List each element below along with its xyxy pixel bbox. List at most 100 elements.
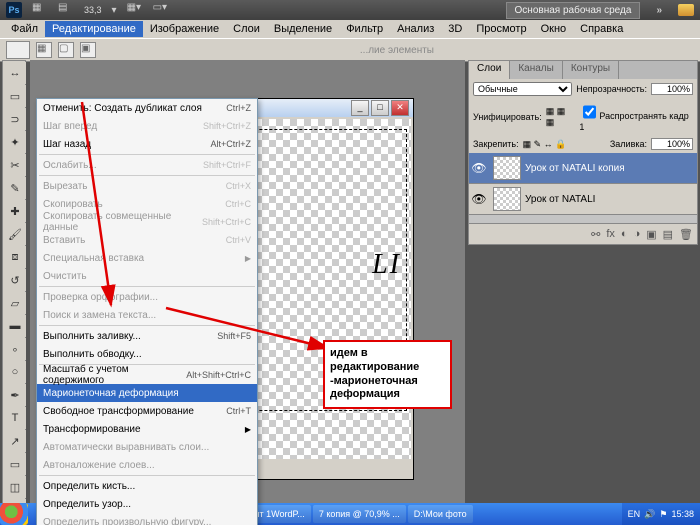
menu-item[interactable]: Свободное трансформированиеCtrl+T: [37, 402, 257, 420]
menu-item[interactable]: Выполнить заливку...Shift+F5: [37, 327, 257, 345]
blur-tool-icon[interactable]: ∘: [4, 338, 26, 360]
canvas-text-1: LI: [372, 249, 401, 281]
bridge-icon[interactable]: ▦: [32, 2, 48, 18]
menu-window[interactable]: Окно: [534, 21, 574, 37]
opt-icon[interactable]: ▣: [80, 42, 96, 58]
app-titlebar: Ps ▦ ▤ 33,3 ▾ ▦▾ ▭▾ Основная рабочая сре…: [0, 0, 700, 20]
edit-menu-dropdown[interactable]: Отменить: Создать дубликат слояCtrl+ZШаг…: [36, 98, 258, 525]
layer-name: Урок от NATALI: [525, 194, 595, 205]
menu-view[interactable]: Просмотр: [469, 21, 533, 37]
trash-icon[interactable]: 🗑: [679, 228, 693, 241]
shape-tool-icon[interactable]: ▭: [4, 453, 26, 475]
zoom-dropdown-icon[interactable]: ▾: [112, 5, 117, 16]
menu-item[interactable]: Определить узор...: [37, 495, 257, 513]
eraser-tool-icon[interactable]: ▱: [4, 292, 26, 314]
arrange-icon[interactable]: ▦▾: [127, 2, 143, 18]
pen-tool-icon[interactable]: ✒: [4, 384, 26, 406]
taskbar-item[interactable]: 7 копия @ 70,9% ...: [313, 505, 406, 523]
blend-mode-select[interactable]: Обычные: [473, 82, 572, 96]
start-button[interactable]: [0, 503, 28, 525]
menu-item: Ослабить...Shift+Ctrl+F: [37, 156, 257, 174]
fx-icon[interactable]: fx: [606, 228, 615, 240]
fill-label: Заливка:: [610, 139, 647, 149]
menu-item[interactable]: Трансформирование▶: [37, 420, 257, 438]
3d-tool-icon[interactable]: ◫: [4, 476, 26, 498]
tool-preset-icon[interactable]: [6, 41, 30, 59]
menu-item: Шаг впередShift+Ctrl+Z: [37, 117, 257, 135]
wand-tool-icon[interactable]: ✦: [4, 131, 26, 153]
new-layer-icon[interactable]: ▤: [663, 228, 673, 241]
move-tool-icon[interactable]: ↔: [4, 62, 26, 84]
close-button[interactable]: ✕: [391, 100, 409, 116]
tab-layers[interactable]: Слои: [469, 61, 510, 79]
maximize-button[interactable]: □: [371, 100, 389, 116]
menu-select[interactable]: Выделение: [267, 21, 339, 37]
menu-item[interactable]: Выполнить обводку...: [37, 345, 257, 363]
folder-icon[interactable]: ▣: [646, 228, 656, 241]
opacity-value[interactable]: 100%: [651, 83, 693, 95]
fill-value[interactable]: 100%: [651, 138, 693, 150]
lock-icons[interactable]: ▦ ✎ ↔ 🔒: [523, 139, 567, 150]
tab-channels[interactable]: Каналы: [510, 61, 563, 79]
chevron-right-icon[interactable]: »: [656, 5, 662, 16]
layer-thumb: [493, 156, 521, 180]
menu-file[interactable]: Файл: [4, 21, 45, 37]
screenmode-icon[interactable]: ▭▾: [153, 2, 169, 18]
menu-filter[interactable]: Фильтр: [339, 21, 390, 37]
zoom-level[interactable]: 33,3: [84, 5, 102, 15]
gradient-tool-icon[interactable]: ▬: [4, 315, 26, 337]
menu-item[interactable]: Марионеточная деформация: [37, 384, 257, 402]
menu-item: Скопировать совмещенные данныеShift+Ctrl…: [37, 213, 257, 231]
adjust-icon[interactable]: ◑: [634, 228, 641, 240]
lang-indicator[interactable]: EN: [628, 509, 641, 519]
menu-3d[interactable]: 3D: [441, 21, 469, 37]
clock[interactable]: 15:38: [671, 509, 694, 519]
marquee-tool-icon[interactable]: ▭: [4, 85, 26, 107]
heal-tool-icon[interactable]: ✚: [4, 200, 26, 222]
opt-hint: ...лие элементы: [360, 45, 434, 56]
opacity-label: Непрозрачность:: [576, 84, 647, 94]
menu-item: Определить произвольную фигуру...: [37, 513, 257, 525]
path-tool-icon[interactable]: ↗: [4, 430, 26, 452]
unify-icon[interactable]: ▦ ▦ ▦: [546, 106, 576, 128]
menu-help[interactable]: Справка: [573, 21, 630, 37]
tray-icon[interactable]: 🔊: [644, 509, 655, 520]
menu-image[interactable]: Изображение: [143, 21, 226, 37]
menu-layers[interactable]: Слои: [226, 21, 267, 37]
link-icon[interactable]: ⚯: [591, 228, 600, 241]
csLive-icon[interactable]: [678, 4, 694, 16]
annotation-callout: идем в редактирование -марионеточная деф…: [323, 340, 452, 409]
minibridge-icon[interactable]: ▤: [58, 2, 74, 18]
opt-icon[interactable]: ▦: [36, 42, 52, 58]
visibility-icon[interactable]: 👁: [469, 161, 489, 175]
system-tray[interactable]: EN 🔊 ⚑ 15:38: [622, 503, 700, 525]
tray-icon[interactable]: ⚑: [659, 509, 667, 520]
minimize-button[interactable]: _: [351, 100, 369, 116]
menu-item[interactable]: Отменить: Создать дубликат слояCtrl+Z: [37, 99, 257, 117]
propagate-checkbox[interactable]: [583, 105, 596, 119]
menu-item[interactable]: Определить кисть...: [37, 477, 257, 495]
opt-icon[interactable]: ▢: [58, 42, 74, 58]
brush-tool-icon[interactable]: 🖌: [4, 223, 26, 245]
layer-row[interactable]: 👁Урок от NATALI копия: [469, 153, 697, 184]
menu-item: Очистить: [37, 267, 257, 285]
menu-item[interactable]: Шаг назадAlt+Ctrl+Z: [37, 135, 257, 153]
layer-row[interactable]: 👁 Урок от NATALI: [469, 184, 697, 215]
menu-item[interactable]: Масштаб с учетом содержимогоAlt+Shift+Ct…: [37, 366, 257, 384]
taskbar-item[interactable]: D:\Мои фото: [408, 505, 473, 523]
eyedropper-tool-icon[interactable]: ✎: [4, 177, 26, 199]
menubar[interactable]: Файл Редактирование Изображение Слои Выд…: [0, 20, 700, 38]
dodge-tool-icon[interactable]: ○: [4, 361, 26, 383]
history-brush-icon[interactable]: ↺: [4, 269, 26, 291]
text-tool-icon[interactable]: T: [4, 407, 26, 429]
layers-panel: Слои Каналы Контуры Обычные Непрозрачнос…: [468, 60, 698, 245]
workspace-switcher[interactable]: Основная рабочая среда: [506, 2, 641, 19]
visibility-icon[interactable]: 👁: [469, 192, 489, 206]
menu-analysis[interactable]: Анализ: [390, 21, 441, 37]
menu-edit[interactable]: Редактирование: [45, 21, 143, 37]
tab-paths[interactable]: Контуры: [563, 61, 619, 79]
mask-icon[interactable]: ◐: [621, 228, 628, 240]
crop-tool-icon[interactable]: ✂: [4, 154, 26, 176]
stamp-tool-icon[interactable]: ⧈: [4, 246, 26, 268]
lasso-tool-icon[interactable]: ⊃: [4, 108, 26, 130]
